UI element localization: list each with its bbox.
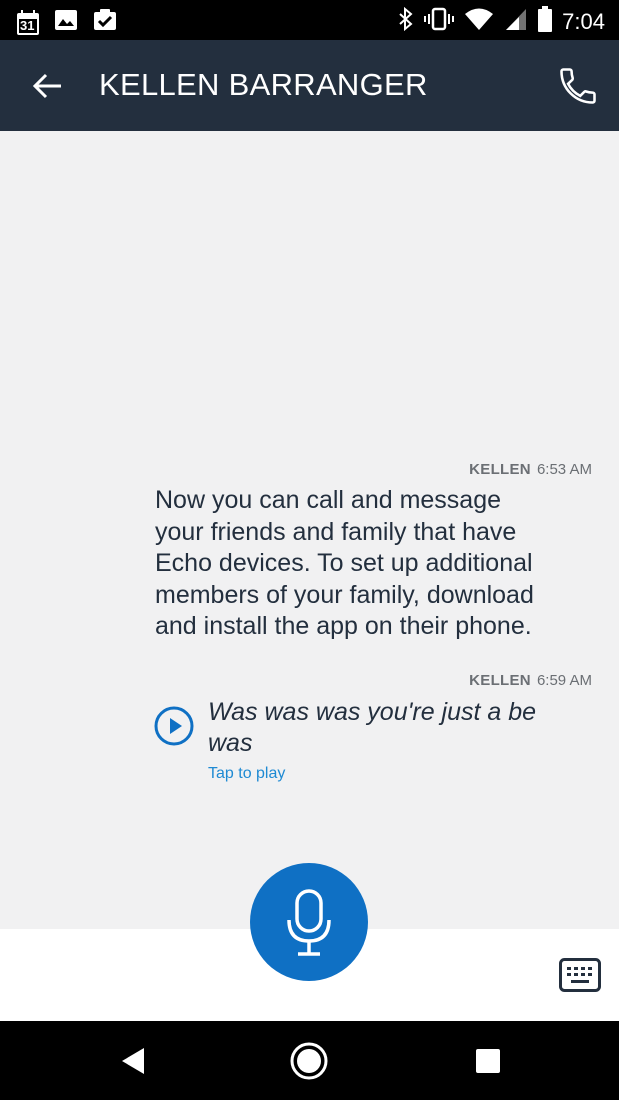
message-time: 6:59 AM [536, 672, 592, 689]
message-time: 6:53 AM [536, 461, 592, 478]
sender-name: KELLEN [469, 461, 531, 478]
transcript-line: Was was was you're just a be [208, 698, 537, 726]
transcript-line: was [208, 729, 253, 757]
voice-transcript[interactable]: Was was was you're just a be was [208, 697, 588, 759]
calendar-date: 31 [20, 17, 35, 33]
message-line: members of your family, download [155, 580, 534, 609]
sender-name: KELLEN [469, 672, 531, 689]
vibrate-icon [424, 7, 455, 36]
nav-recents-icon[interactable] [475, 1048, 501, 1074]
message-line: Echo devices. To set up additional [155, 549, 533, 577]
signal-icon [504, 7, 528, 36]
nav-home-icon[interactable] [290, 1042, 328, 1080]
tap-to-play-link[interactable]: Tap to play [208, 765, 285, 783]
calendar-icon: 31 [16, 9, 40, 36]
message-meta: KELLEN 6:59 AM [469, 672, 592, 689]
message-meta: KELLEN 6:53 AM [469, 461, 592, 478]
conversation-title: KELLEN BARRANGER [99, 67, 428, 102]
message-line: and install the app on their phone. [155, 612, 532, 640]
message-text: Now you can call and message your friend… [155, 485, 595, 643]
message-line: Now you can call and message [155, 486, 502, 514]
message-line: your friends and family that have [155, 517, 517, 546]
app-bar: KELLEN BARRANGER [0, 40, 619, 131]
play-icon[interactable] [154, 706, 194, 746]
back-arrow-icon[interactable] [28, 66, 68, 106]
bluetooth-icon [398, 6, 414, 36]
clipboard-check-icon [92, 8, 118, 37]
status-time: 7:04 [562, 8, 605, 34]
microphone-button[interactable] [250, 863, 368, 981]
microphone-icon [287, 889, 331, 956]
phone-call-icon[interactable] [556, 64, 600, 108]
status-bar: 31 7:04 [0, 0, 619, 40]
battery-icon [538, 6, 553, 37]
wifi-icon [464, 7, 494, 36]
keyboard-icon[interactable] [559, 958, 601, 992]
image-icon [54, 9, 78, 36]
nav-back-icon[interactable] [119, 1046, 147, 1076]
